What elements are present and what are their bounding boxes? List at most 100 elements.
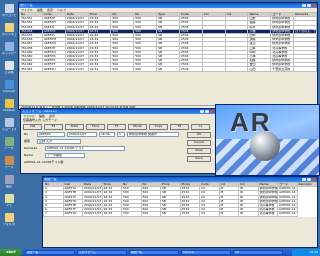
desktop-icon[interactable]: メモ — [2, 194, 16, 208]
desktop-icon[interactable]: Internet — [2, 80, 16, 94]
table-cell: 2004/11/07 — [82, 190, 103, 196]
desktop-icon-label: ごみ箱 — [4, 71, 14, 74]
desktop-icon[interactable]: ネットワーク — [2, 42, 16, 56]
desktop-icon[interactable]: ショートカット — [2, 118, 16, 132]
maximize-icon[interactable] — [205, 109, 209, 114]
taskbar-item[interactable]: AR — [233, 250, 283, 255]
desktop-icon-image — [4, 118, 14, 127]
table-cell: 2004/11/07 — [82, 198, 103, 204]
close-icon[interactable] — [210, 109, 214, 114]
maximize-icon[interactable] — [307, 3, 311, 8]
desktop-icon[interactable]: マイドキュメント — [2, 23, 16, 37]
function-key-4[interactable]: F5 — [107, 124, 126, 130]
form-window: 入力フォーム - AXS123 ファイル 編集 表示 伝票番号入力 入力モード Ca… — [20, 108, 216, 174]
table-row[interactable]: 7 AKE5TG 2004/11/07 16:34 500 500 SB 2534 24 M ID 北… — [43, 211, 317, 217]
menu-item[interactable]: 編集 — [37, 8, 43, 12]
table-cell: 2004/11/07 — [64, 66, 89, 72]
menu-item[interactable]: 表示 — [47, 8, 53, 12]
desktop-icon-image — [4, 23, 14, 32]
desktop-icon[interactable]: 設定 — [2, 175, 16, 189]
table-cell: 千葉県立高校 — [270, 66, 295, 72]
taskbar-item[interactable]: Explorer — [181, 250, 231, 255]
list-window: 受付一覧 ファイル 編集 表示 ヘルプ No Code Date Time No No Type C… — [18, 2, 318, 110]
taskbar-item[interactable]: 明細一覧 — [129, 250, 179, 255]
remarks2-field[interactable]: データ確認 — [45, 153, 85, 158]
function-key-0[interactable]: Call — [23, 124, 42, 130]
detail-table: No Call Date Time No No Price Mode Code Col Col Nam… — [43, 181, 317, 217]
taskbar-item[interactable]: 受付一覧 — [25, 250, 75, 255]
table-cell: 伊勢原中学校 — [257, 190, 278, 196]
table-cell: AXE001 A1 CLOSE テスト — [277, 194, 298, 200]
table-cell: 16:34 — [101, 211, 122, 217]
name-field[interactable]: 伊勢原中学校 発番号 — [127, 132, 179, 137]
desktop-icon[interactable]: フォルダ — [2, 213, 16, 227]
table-cell: 伊勢原中学校 — [270, 28, 295, 34]
desktop-icon[interactable]: ごみ箱 — [2, 61, 16, 75]
table-cell: 2534 — [179, 211, 200, 217]
table-cell: 7 — [43, 211, 64, 217]
function-key-6[interactable]: Copy — [149, 124, 168, 130]
menu-item[interactable]: ファイル — [21, 8, 33, 12]
table-cell: 351463 — [19, 66, 43, 72]
table-cell: M — [218, 211, 239, 217]
cancel-button[interactable]: Cancel — [187, 140, 211, 146]
table-cell: 伊勢原中学校 — [257, 198, 278, 204]
save-button[interactable]: Save — [187, 156, 211, 162]
desktop-icon-label: ネットワーク — [2, 52, 16, 55]
table-cell: 伊勢原中学校 — [270, 37, 295, 43]
ok-button[interactable]: OK — [187, 132, 211, 138]
function-key-7[interactable]: F8 — [170, 124, 189, 130]
table-cell: AKE5TG — [62, 211, 83, 217]
function-key-2[interactable]: Date — [65, 124, 84, 130]
close-icon[interactable] — [312, 177, 316, 182]
table-cell: 伊勢原中学校 — [257, 194, 278, 200]
time-field[interactable]: 16:34 — [99, 132, 115, 137]
desktop-icon[interactable]: マイコンピュータ — [2, 4, 16, 18]
start-button[interactable]: start — [0, 249, 22, 256]
table-row[interactable]: 351463 AKE5TU 2004/11/07 16:34 500 500 SB 2534 山… — [19, 66, 317, 72]
table-cell: 伊勢原中学校 — [270, 20, 295, 26]
menu-item[interactable]: ヘルプ — [57, 8, 66, 12]
desktop-icon[interactable]: データ — [2, 137, 16, 151]
maximize-icon[interactable] — [307, 177, 311, 182]
table-cell: AXE001 A1 CLOSE テスト — [277, 186, 298, 192]
table-cell: 山田 — [247, 66, 272, 72]
function-key-8[interactable]: CL — [191, 124, 210, 130]
column-header[interactable]: Remarks — [296, 181, 317, 188]
list-table: No Code Date Time No No Type Code Col Col Name コード R… — [19, 11, 317, 72]
close-icon[interactable] — [312, 3, 316, 8]
table-cell — [201, 66, 226, 72]
minimize-icon[interactable] — [200, 109, 204, 114]
desktop-icon[interactable]: Outlook — [2, 99, 16, 113]
table-cell: 2004/11/07 — [82, 202, 103, 209]
table-cell: SB — [156, 66, 180, 72]
table-cell: AXE001 A1 CLOSE テスト — [277, 190, 298, 196]
table-cell: AXE001 A1 CLOSE テスト — [277, 198, 298, 204]
taskbar-item[interactable]: 入力フォーム — [77, 250, 127, 255]
function-key-5[interactable]: Mode — [128, 124, 147, 130]
minimize-icon[interactable] — [302, 177, 306, 182]
desktop-icon-label: マイコンピュータ — [2, 14, 16, 17]
remarks-field[interactable]: AXE001 A1 CLOSE テスト — [45, 146, 125, 151]
function-key-1[interactable]: F2 — [44, 124, 63, 130]
desktop-icon[interactable]: ツール — [2, 156, 16, 170]
table-cell: 2004/11/07 — [82, 186, 103, 192]
desktop-icon-label: Outlook — [3, 109, 15, 112]
table-cell: ID — [238, 211, 259, 217]
desktop-icon-label: データ — [4, 147, 14, 150]
no-field[interactable]: AKE5TK — [37, 132, 65, 137]
form-window-title: 入力フォーム - AXS123 — [22, 109, 57, 113]
function-key-3[interactable]: Time — [86, 124, 105, 130]
date-field[interactable]: 2004/11/07 — [67, 132, 97, 137]
table-cell: 北高等学校 — [257, 202, 278, 209]
code-field[interactable]: 1 — [117, 132, 125, 137]
desktop-icon-image — [4, 194, 14, 203]
search-field[interactable]: 山野 入力 — [37, 139, 81, 144]
table-cell: 伊勢原中学校 — [270, 58, 295, 64]
clock: 16:34 — [309, 250, 318, 254]
minimize-icon[interactable] — [302, 3, 306, 8]
table-cell: 伊勢原中学校 — [270, 16, 295, 22]
desktop-icon-image — [4, 175, 14, 184]
clear-button[interactable]: Clear — [187, 148, 211, 154]
table-cell: 16:34 — [87, 66, 112, 72]
